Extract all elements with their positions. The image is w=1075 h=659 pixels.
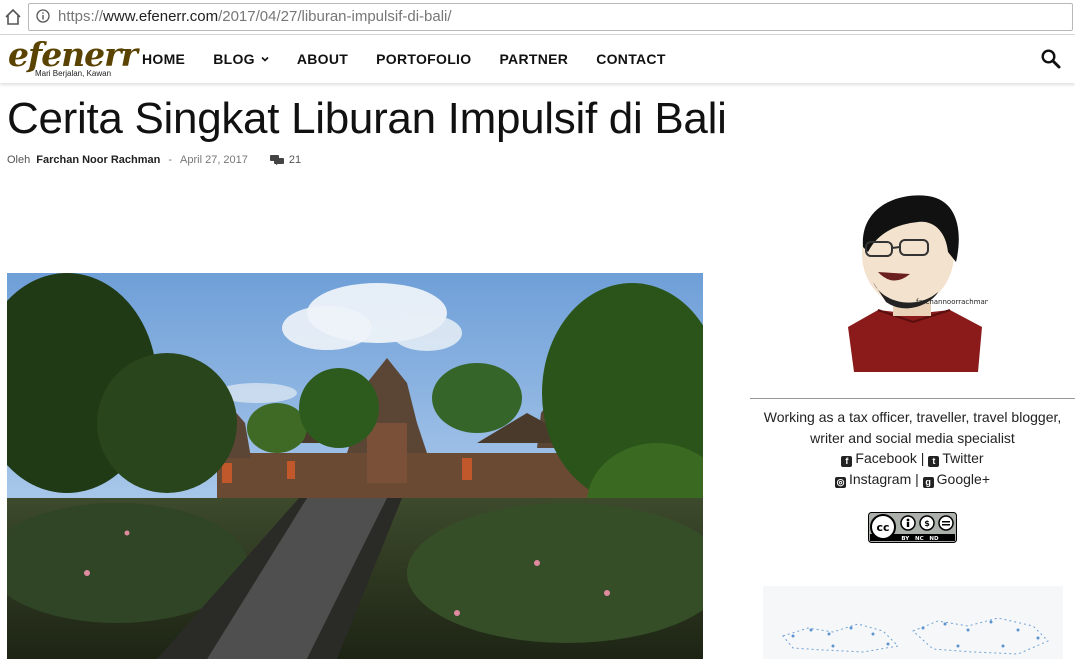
meta-separator: - (168, 154, 173, 166)
comment-count[interactable]: 21 (289, 154, 301, 166)
site-header: efenerr Mari Berjalan, Kawan HOME BLOG A… (0, 35, 1075, 83)
googleplus-icon: g (922, 477, 934, 488)
cc-license-badge[interactable]: cc $ BY NC ND (868, 512, 957, 543)
comments-icon[interactable] (269, 155, 284, 165)
sidebar-divider (750, 398, 1075, 399)
post-date: April 27, 2017 (180, 154, 248, 166)
facebook-link[interactable]: Facebook (855, 450, 916, 466)
nav-item-home[interactable]: HOME (142, 51, 185, 67)
nav-item-blog-label: BLOG (213, 51, 255, 67)
facebook-icon: f (841, 456, 853, 467)
avatar-caption: farchannoorrachman (916, 298, 988, 306)
instagram-link[interactable]: Instagram (849, 471, 911, 487)
instagram-icon: ◎ (835, 477, 846, 488)
featured-image (7, 273, 703, 659)
twitter-link[interactable]: Twitter (942, 450, 983, 466)
article-meta: Oleh Farchan Noor Rachman - April 27, 20… (7, 154, 301, 166)
social-divider: | (920, 450, 925, 466)
world-map-widget (763, 586, 1063, 659)
by-label: Oleh (7, 154, 31, 166)
search-icon[interactable] (1040, 48, 1062, 70)
social-links-row-1: f Facebook | t Twitter (750, 450, 1075, 467)
url-field[interactable]: https://www.efenerr.com/2017/04/27/libur… (28, 3, 1073, 31)
googleplus-link[interactable]: Google+ (937, 471, 990, 487)
twitter-icon: t (928, 456, 940, 467)
nav-item-partner[interactable]: PARTNER (499, 51, 568, 67)
cc-labels: BY NC ND (901, 536, 939, 542)
author-avatar: farchannoorrachman (848, 195, 988, 372)
nav-item-contact[interactable]: CONTACT (596, 51, 666, 67)
info-icon[interactable] (36, 9, 50, 23)
browser-address-bar: https://www.efenerr.com/2017/04/27/libur… (0, 0, 1075, 35)
social-links-row-2: ◎ Instagram | g Google+ (750, 471, 1075, 488)
nav-item-portofolio[interactable]: PORTOFOLIO (376, 51, 471, 67)
chevron-down-icon (261, 56, 269, 62)
article-title: Cerita Singkat Liburan Impulsif di Bali (7, 94, 727, 143)
svg-text:$: $ (924, 519, 930, 528)
author-link[interactable]: Farchan Noor Rachman (36, 154, 160, 166)
author-bio: Working as a tax officer, traveller, tra… (763, 409, 1062, 446)
url-text: https://www.efenerr.com/2017/04/27/libur… (58, 8, 452, 25)
cc-mark: cc (876, 521, 889, 534)
home-icon[interactable] (4, 8, 22, 26)
nav-item-blog[interactable]: BLOG (213, 51, 269, 67)
main-menu: HOME BLOG ABOUT PORTOFOLIO PARTNER CONTA… (142, 51, 694, 67)
logo-tagline: Mari Berjalan, Kawan (35, 69, 112, 78)
site-logo[interactable]: efenerr Mari Berjalan, Kawan (8, 35, 138, 81)
nav-item-about[interactable]: ABOUT (297, 51, 348, 67)
social-divider: | (915, 471, 919, 487)
